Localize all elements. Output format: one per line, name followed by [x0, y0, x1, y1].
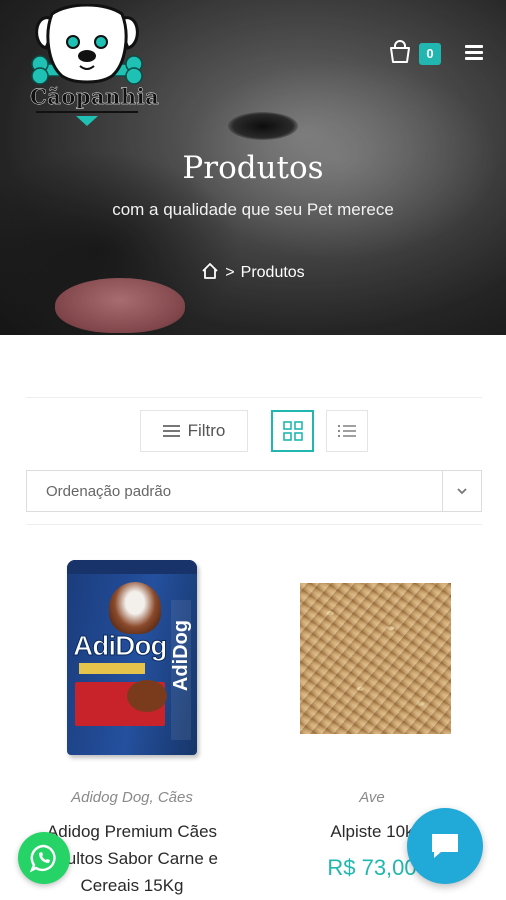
- bag-brand-text: AdiDog: [73, 630, 169, 662]
- grid-view-icon: [282, 421, 303, 441]
- home-icon[interactable]: [201, 262, 219, 280]
- chat-icon: [432, 834, 458, 858]
- filter-label: Filtro: [187, 421, 226, 440]
- breadcrumb-separator: >: [225, 264, 235, 281]
- product-category[interactable]: Ave: [262, 789, 482, 806]
- dog-logo-icon[interactable]: [28, 4, 146, 128]
- filter-button[interactable]: Filtro: [140, 410, 248, 452]
- filter-icon: [162, 422, 180, 440]
- birdseed-image: [300, 583, 451, 734]
- toolbar-divider-bottom: [26, 524, 482, 525]
- dog-picture: [109, 582, 161, 634]
- page-subtitle: com a qualidade que seu Pet merece: [112, 200, 394, 219]
- cart-count-badge[interactable]: 0: [419, 43, 441, 65]
- product-card[interactable]: Ave Alpiste 10k R$ 73,00: [262, 555, 482, 880]
- bag-side-text: AdiDog: [170, 620, 192, 692]
- sort-dropdown-toggle[interactable]: [442, 471, 481, 511]
- breadcrumb: > Produtos: [0, 262, 506, 282]
- chevron-down-icon: [457, 488, 467, 495]
- whatsapp-button[interactable]: [18, 832, 70, 884]
- hero-banner: Cãopanhia 0 Produtos com a qualidade que…: [0, 0, 506, 335]
- product-category[interactable]: Adidog Dog, Cães: [22, 789, 242, 806]
- dog-food-bag-image: AdiDog AdiDog: [67, 560, 197, 755]
- product-image[interactable]: AdiDog AdiDog: [22, 555, 242, 760]
- list-view-icon: [338, 425, 356, 437]
- breadcrumb-current: Produtos: [240, 264, 305, 281]
- list-view-button[interactable]: [326, 410, 368, 452]
- shopping-bag-icon[interactable]: [388, 40, 412, 64]
- logo-text[interactable]: Cãopanhia: [30, 84, 159, 109]
- page-title: Produtos: [182, 150, 324, 186]
- toolbar-divider-top: [26, 397, 482, 398]
- whatsapp-icon: [29, 844, 56, 873]
- sort-selected-value: Ordenação padrão: [46, 483, 172, 500]
- product-image[interactable]: [262, 555, 482, 760]
- hamburger-menu-icon[interactable]: [465, 45, 483, 60]
- sort-select[interactable]: Ordenação padrão: [26, 470, 482, 512]
- grid-view-button[interactable]: [271, 410, 314, 452]
- logo-underline: [36, 111, 138, 113]
- chat-button[interactable]: [407, 808, 483, 884]
- product-card[interactable]: AdiDog AdiDog Adidog Dog, Cães Adidog Pr…: [22, 555, 242, 895]
